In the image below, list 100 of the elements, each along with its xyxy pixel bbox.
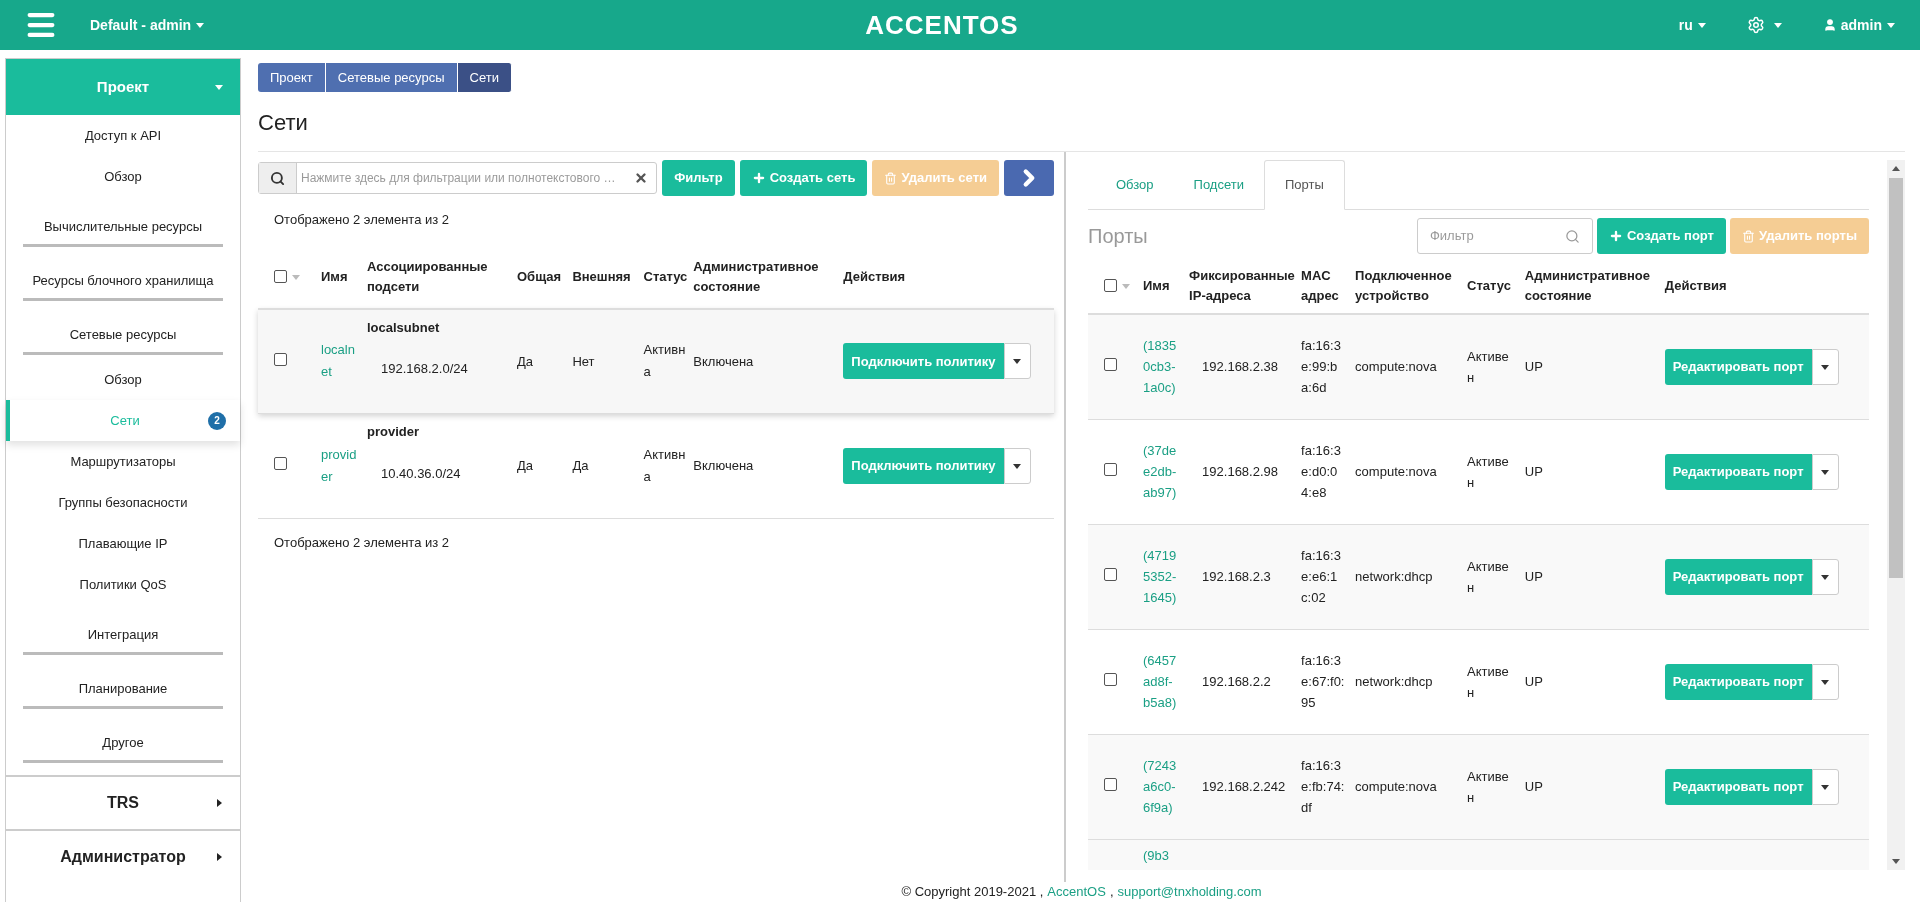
- action-button[interactable]: Редактировать порт: [1664, 663, 1812, 700]
- search-bar[interactable]: Нажмите здесь для фильтрации или полнотекстового …: [258, 162, 658, 194]
- table-cell: Нет: [569, 308, 641, 414]
- checkbox[interactable]: [1104, 777, 1117, 791]
- tab[interactable]: Обзор: [1096, 160, 1174, 210]
- action-button[interactable]: Редактировать порт: [1664, 348, 1812, 385]
- project-dropdown[interactable]: Default - admin: [90, 14, 206, 36]
- email-link[interactable]: support@tnxholding.com: [1117, 882, 1262, 902]
- sidebar-panel-header[interactable]: Администратор: [6, 831, 240, 883]
- sidebar-item[interactable]: Обзор: [6, 359, 240, 400]
- sidebar-item[interactable]: Плавающие IP: [6, 523, 240, 564]
- table-cell: network:dhcp: [1352, 524, 1465, 629]
- dropdown-toggle[interactable]: [1003, 448, 1031, 484]
- table-cell: 192.168.2.242: [1186, 734, 1299, 839]
- dropdown-toggle[interactable]: [1003, 343, 1031, 380]
- port-link[interactable]: (9b3: [1143, 847, 1170, 863]
- action-button[interactable]: Редактировать порт: [1664, 768, 1812, 805]
- sidebar-group[interactable]: Другое: [23, 732, 223, 763]
- table-cell: compute:nova: [1352, 419, 1465, 524]
- sidebar-item[interactable]: Сети 2: [6, 400, 240, 441]
- checkbox[interactable]: [1104, 672, 1117, 686]
- sidebar-panel-header[interactable]: Проект: [6, 59, 240, 115]
- column-header: Статус: [640, 245, 691, 309]
- tab[interactable]: Порты: [1263, 160, 1345, 210]
- search-icon: [270, 170, 285, 186]
- checkbox[interactable]: [274, 457, 287, 471]
- table-cell-text: fa:16:3e:67:f0:95: [1301, 652, 1346, 712]
- settings-dropdown[interactable]: [1746, 16, 1783, 34]
- table-cell-text: fa:16:3e:99:ba:6d: [1301, 337, 1342, 398]
- filter-box[interactable]: Фильтр: [1416, 218, 1593, 254]
- dropdown-toggle[interactable]: [1811, 558, 1839, 595]
- action-button[interactable]: Подключить политику: [843, 448, 1004, 484]
- dropdown-toggle[interactable]: [1811, 348, 1839, 385]
- sidebar-panel-header[interactable]: TRS: [6, 777, 240, 829]
- next-button[interactable]: [1004, 160, 1054, 196]
- column-header: Статус: [1464, 258, 1522, 314]
- create-button[interactable]: Создать порт: [1596, 218, 1726, 254]
- checkbox[interactable]: [274, 270, 287, 283]
- page-title: Сети: [258, 109, 309, 137]
- action-button[interactable]: Подключить политику: [843, 343, 1004, 380]
- port-link[interactable]: (47195352-1645): [1143, 545, 1177, 608]
- column-header: Внешняя: [569, 245, 641, 309]
- table-cell: UP: [1521, 629, 1662, 734]
- table-cell-text: fa:16:3e:fb:74:df: [1301, 757, 1346, 817]
- scrollbar[interactable]: [1887, 160, 1905, 870]
- checkbox[interactable]: [1104, 279, 1117, 292]
- user-dropdown[interactable]: admin: [1822, 14, 1896, 36]
- port-link[interactable]: (7243a6c0-6f9a): [1143, 755, 1177, 818]
- column-header[interactable]: Имя: [318, 245, 364, 309]
- filter-field[interactable]: Фильтр: [1429, 226, 1565, 246]
- table-cell: Включена: [690, 413, 841, 519]
- action-button[interactable]: Редактировать порт: [1664, 453, 1812, 490]
- section-title: Порты: [1088, 224, 1149, 249]
- sidebar-group[interactable]: Вычислительные ресурсы: [23, 216, 223, 247]
- action-button[interactable]: Редактировать порт: [1664, 558, 1812, 595]
- dropdown-toggle[interactable]: [1811, 453, 1839, 490]
- sidebar-item[interactable]: Доступ к API: [6, 115, 240, 156]
- clear-icon[interactable]: [634, 171, 649, 185]
- sidebar-item[interactable]: Группы безопасности: [6, 482, 240, 523]
- table-cell-text: Активен: [1467, 662, 1510, 702]
- sidebar-item[interactable]: Маршрутизаторы: [6, 441, 240, 482]
- breadcrumb-item[interactable]: Проект: [258, 63, 326, 92]
- caret-icon: [1891, 164, 1901, 174]
- checkbox[interactable]: [1104, 567, 1117, 581]
- dropdown-toggle[interactable]: [1811, 663, 1839, 700]
- network-link[interactable]: localnet: [321, 339, 361, 384]
- checkbox[interactable]: [1104, 462, 1117, 476]
- subnet-name: localsubnet: [367, 318, 441, 337]
- breadcrumb-item[interactable]: Сетевые ресурсы: [325, 63, 458, 92]
- sidebar-item[interactable]: Политики QoS: [6, 564, 240, 605]
- column-header[interactable]: Имя: [1140, 258, 1187, 314]
- caret-icon: [195, 20, 206, 30]
- column-header: Административное состояние: [690, 245, 841, 309]
- column-header: Ассоциированные подсети: [364, 245, 514, 309]
- network-link[interactable]: provider: [321, 444, 361, 488]
- sidebar-group[interactable]: Планирование: [23, 678, 223, 709]
- language-dropdown[interactable]: ru: [1678, 14, 1707, 36]
- port-link[interactable]: (37dee2db-ab97): [1143, 440, 1177, 503]
- search-field[interactable]: Нажмите здесь для фильтрации или полнотекстового …: [297, 169, 635, 187]
- port-link[interactable]: (18350cb3-1a0c): [1143, 335, 1177, 399]
- sidebar-item[interactable]: Обзор: [6, 156, 240, 197]
- create-button[interactable]: Создать сеть: [739, 160, 868, 196]
- filter-button[interactable]: Фильтр: [662, 160, 735, 196]
- column-header: Административное состояние: [1521, 258, 1662, 314]
- dropdown-toggle[interactable]: [1811, 768, 1839, 805]
- brand-link[interactable]: AccentOS: [1047, 882, 1106, 902]
- table-cell: Включена: [690, 308, 841, 414]
- sidebar-group[interactable]: Ресурсы блочного хранилища: [23, 270, 223, 301]
- sidebar-group[interactable]: Интеграция: [23, 624, 223, 655]
- subnet-cidr: 192.168.2.0/24: [381, 360, 469, 378]
- checkbox[interactable]: [274, 352, 287, 366]
- table-cell: UP: [1521, 734, 1662, 839]
- caret-icon: [1772, 20, 1783, 30]
- checkbox[interactable]: [1104, 358, 1117, 371]
- table-cell: UP: [1521, 524, 1662, 629]
- sidebar-group[interactable]: Сетевые ресурсы: [23, 324, 223, 355]
- port-link[interactable]: (6457ad8f-b5a8): [1143, 650, 1177, 713]
- tab[interactable]: Подсети: [1173, 160, 1264, 210]
- caret-icon: [214, 852, 224, 862]
- table-cell: 192.168.2.2: [1186, 629, 1299, 734]
